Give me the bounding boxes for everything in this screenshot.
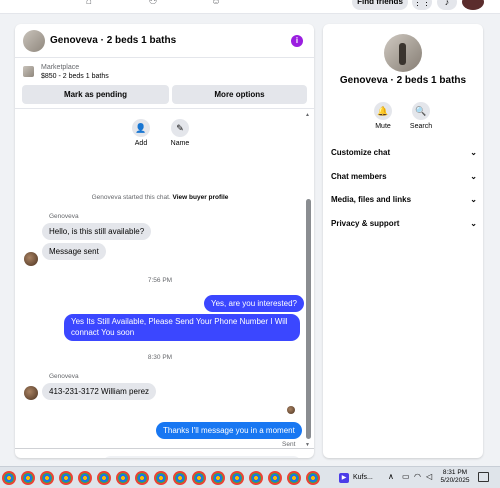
message-input[interactable]: Aa [102, 456, 302, 458]
info-icon[interactable]: i [291, 35, 303, 47]
listing-banner: Marketplace $850 - 2 beds 1 baths Mark a… [15, 59, 314, 109]
name-label: Name [170, 140, 190, 147]
scrollbar-thumb[interactable] [306, 199, 311, 439]
mute-label: Mute [375, 123, 391, 130]
privacy-support-row[interactable]: Privacy & support ⌄ [331, 215, 477, 233]
outgoing-message[interactable]: Yes Its Still Available, Please Send You… [64, 314, 300, 341]
seen-avatar [287, 406, 295, 414]
composer-divider [15, 448, 314, 449]
mute-icon[interactable]: 🔔 [374, 102, 392, 120]
chat-started-text: Genoveva started this chat. [91, 194, 171, 201]
chrome-taskbar-icon[interactable] [2, 471, 16, 485]
chrome-taskbar-icon[interactable] [268, 471, 282, 485]
chat-avatar[interactable] [23, 30, 45, 52]
row-label: Media, files and links [331, 195, 412, 204]
scroll-up-icon[interactable]: ▲ [305, 112, 310, 118]
sender-avatar[interactable] [24, 386, 38, 400]
volume-icon[interactable]: ◁ [426, 472, 432, 481]
kufs-app-icon: ▶ [339, 473, 349, 483]
top-nav: ⌂ ⚇ ☺ Find friends ⋮⋮ ♪ [0, 0, 500, 14]
incoming-message[interactable]: Message sent [42, 243, 106, 260]
chrome-taskbar-icon[interactable] [21, 471, 35, 485]
incoming-message[interactable]: Hello, is this still available? [42, 223, 152, 240]
chat-started-notice: Genoveva started this chat. View buyer p… [15, 194, 305, 201]
chevron-down-icon: ⌄ [470, 148, 477, 157]
listing-source: Marketplace [41, 64, 80, 71]
side-title: Genoveva · 2 beds 1 baths [339, 75, 467, 86]
chrome-taskbar-icon[interactable] [287, 471, 301, 485]
more-options-button[interactable]: More options [172, 85, 307, 104]
taskbar: ▶ Kufs... ∧ ▭ ◠ ◁ 8:31 PM 5/20/2025 [0, 466, 500, 488]
chrome-taskbar-icon[interactable] [154, 471, 168, 485]
photo-icon[interactable]: ▣ [37, 457, 48, 458]
sent-status: Sent [282, 441, 296, 448]
plus-icon[interactable]: ⊕ [19, 457, 30, 458]
customize-chat-row[interactable]: Customize chat ⌄ [331, 144, 477, 162]
notification-center-icon[interactable] [478, 472, 489, 482]
edit-name-icon[interactable]: ✎ [171, 119, 189, 137]
chrome-taskbar-icon[interactable] [211, 471, 225, 485]
outgoing-message[interactable]: Thanks I'll message you in a moment [156, 422, 302, 439]
account-avatar[interactable] [462, 0, 484, 10]
row-label: Privacy & support [331, 219, 400, 228]
chevron-down-icon: ⌄ [470, 172, 477, 181]
sender-name: Genoveva [49, 213, 79, 220]
row-label: Chat members [331, 172, 387, 181]
listing-description[interactable]: $850 - 2 beds 1 baths [41, 73, 109, 80]
add-person-icon[interactable]: 👤 [132, 119, 150, 137]
clock-date: 5/20/2025 [440, 477, 470, 484]
chevron-down-icon: ⌄ [470, 219, 477, 228]
search-icon[interactable]: 🔍 [412, 102, 430, 120]
view-buyer-profile-link[interactable]: View buyer profile [173, 194, 229, 201]
home-icon[interactable]: ⌂ [82, 0, 96, 8]
search-label: Search [409, 123, 433, 130]
add-label: Add [134, 140, 148, 147]
kufs-taskbar-app[interactable]: ▶ Kufs... [337, 470, 381, 486]
network-icon[interactable]: ▭ [402, 472, 410, 481]
side-avatar[interactable] [384, 34, 422, 72]
mark-pending-button[interactable]: Mark as pending [22, 85, 169, 104]
kufs-app-label: Kufs... [353, 474, 373, 481]
timestamp: 7:56 PM [147, 277, 173, 284]
tray-chevron-icon[interactable]: ∧ [388, 472, 394, 481]
incoming-message[interactable]: 413-231-3172 William perez [42, 383, 157, 400]
notifications-icon[interactable]: ♪ [437, 0, 457, 10]
gif-icon[interactable]: ▤ [71, 457, 82, 458]
profile-icon[interactable]: ☺ [209, 0, 223, 8]
find-friends-button[interactable]: Find friends [352, 0, 408, 10]
chrome-taskbar-icon[interactable] [192, 471, 206, 485]
row-label: Customize chat [331, 148, 391, 157]
chrome-taskbar-icon[interactable] [59, 471, 73, 485]
chrome-taskbar-icon[interactable] [173, 471, 187, 485]
chrome-taskbar-icon[interactable] [40, 471, 54, 485]
chat-panel: Genoveva · 2 beds 1 baths i Marketplace … [15, 24, 314, 458]
wifi-icon[interactable]: ◠ [414, 472, 421, 481]
media-files-row[interactable]: Media, files and links ⌄ [331, 191, 477, 209]
chat-info-panel: Genoveva · 2 beds 1 baths 🔔 Mute 🔍 Searc… [323, 24, 483, 458]
chrome-taskbar-icon[interactable] [78, 471, 92, 485]
chat-header: Genoveva · 2 beds 1 baths i [15, 24, 314, 58]
listing-thumbnail[interactable] [23, 66, 34, 77]
outgoing-message[interactable]: Yes, are you interested? [204, 295, 304, 312]
timestamp: 8:30 PM [147, 354, 173, 361]
sticker-icon[interactable]: ◧ [54, 457, 65, 458]
chrome-taskbar-icon[interactable] [97, 471, 111, 485]
chevron-down-icon: ⌄ [470, 195, 477, 204]
chrome-taskbar-icon[interactable] [306, 471, 320, 485]
system-clock[interactable]: 8:31 PM 5/20/2025 [438, 469, 472, 485]
clock-time: 8:31 PM [442, 469, 468, 476]
friends-icon[interactable]: ⚇ [146, 0, 160, 8]
chat-title[interactable]: Genoveva · 2 beds 1 baths [50, 35, 176, 46]
sender-name: Genoveva [49, 373, 79, 380]
chrome-taskbar-icon[interactable] [230, 471, 244, 485]
message-list: 👤 Add ✎ Name Genoveva started this chat.… [15, 110, 314, 450]
chrome-taskbar-icon[interactable] [249, 471, 263, 485]
chrome-taskbar-icon[interactable] [135, 471, 149, 485]
chat-members-row[interactable]: Chat members ⌄ [331, 168, 477, 186]
chrome-taskbar-icon[interactable] [116, 471, 130, 485]
sender-avatar[interactable] [24, 252, 38, 266]
menu-grid-icon[interactable]: ⋮⋮ [412, 0, 432, 10]
